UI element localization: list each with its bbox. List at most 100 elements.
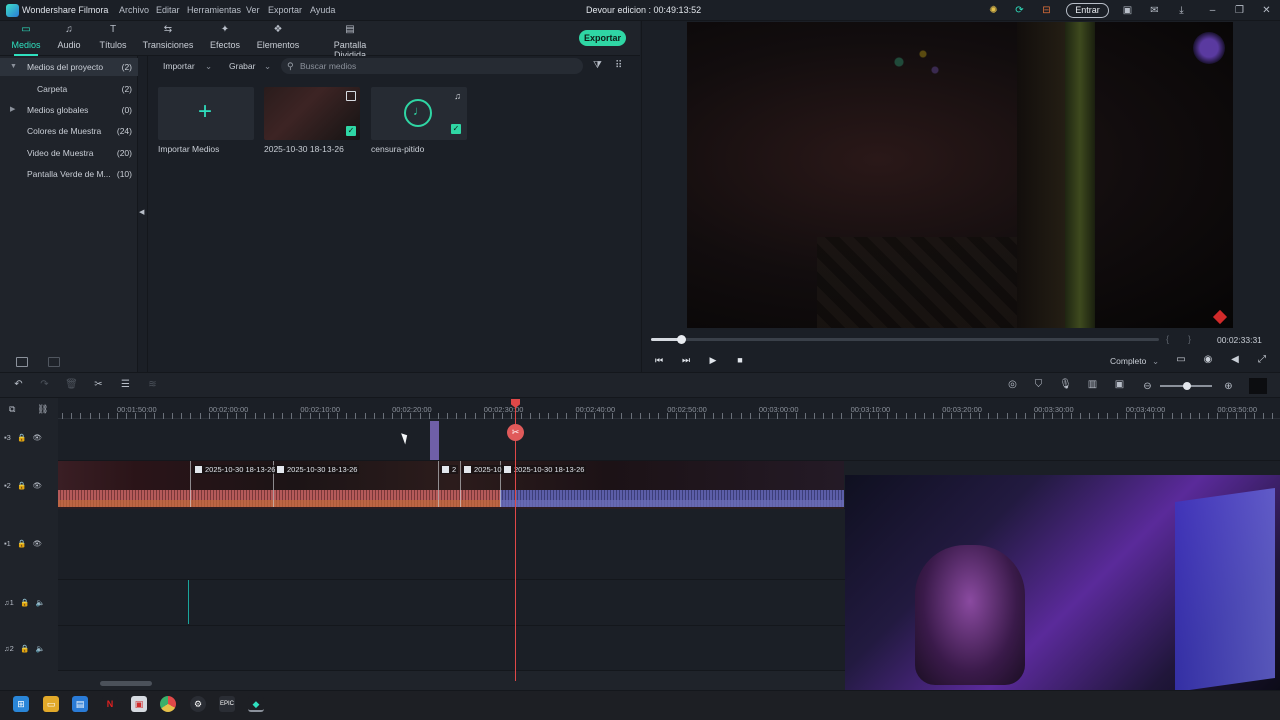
export-button[interactable]: Exportar	[579, 30, 626, 46]
file-explorer-icon[interactable]: ▭	[43, 696, 59, 712]
bulb-icon[interactable]: ✺	[987, 4, 1000, 17]
windows-start-icon[interactable]: ⊞	[13, 696, 29, 712]
folder-icon[interactable]	[48, 357, 60, 367]
grid-view-icon[interactable]: ⠿	[615, 60, 626, 71]
tab-label: Transiciones	[142, 40, 194, 50]
clip-divider[interactable]	[190, 461, 191, 507]
import-media-tile[interactable]: +	[158, 87, 254, 140]
snapshot-icon[interactable]: ▣	[1113, 378, 1126, 391]
store-icon[interactable]: ▤	[72, 696, 88, 712]
minimize-icon[interactable]: –	[1206, 4, 1219, 17]
add-track-icon[interactable]: ⧉	[9, 404, 19, 414]
marker-icon[interactable]: ⛉	[1032, 378, 1045, 391]
camera-snapshot-icon[interactable]: ◉	[1202, 354, 1214, 366]
zoom-out-icon[interactable]: ⊖	[1141, 380, 1154, 393]
app-icon[interactable]: ▣	[131, 696, 147, 712]
mark-out-button[interactable]: }	[1188, 334, 1191, 344]
music-note-icon: ♩	[413, 103, 426, 118]
music-note-icon: ♫	[65, 24, 73, 35]
scissors-icon[interactable]: ✂	[92, 378, 105, 391]
sidebar-item-count: (2)	[121, 84, 132, 94]
sync-icon[interactable]: ⟳	[1013, 4, 1026, 17]
scissors-icon[interactable]: ✂	[507, 424, 524, 441]
menu-editar[interactable]: Editar	[156, 5, 180, 15]
audio-marker-line[interactable]	[188, 580, 189, 624]
playhead-line[interactable]	[515, 399, 516, 681]
layout-toggle-icon[interactable]	[1249, 378, 1267, 394]
tab-titulos[interactable]: T Títulos	[94, 21, 132, 56]
new-folder-icon[interactable]	[16, 357, 28, 367]
search-input[interactable]	[300, 59, 570, 73]
menu-ver[interactable]: Ver	[246, 5, 260, 15]
step-forward-icon[interactable]: ⏭	[680, 354, 692, 366]
menu-archivo[interactable]: Archivo	[119, 5, 149, 15]
fullscreen-icon[interactable]: ⤢	[1256, 354, 1268, 366]
track-head-v2: ▪2 🔒 👁	[0, 461, 58, 509]
step-back-icon[interactable]: ⏮	[653, 354, 665, 366]
steam-icon[interactable]: ⚙	[190, 696, 206, 712]
render-icon[interactable]: ◎	[1006, 378, 1019, 391]
tab-pantalla-dividida[interactable]: ▤ Pantalla Dividida	[318, 21, 382, 60]
clip-divider[interactable]	[460, 461, 461, 507]
ruler-label: 00:02:20:00	[392, 405, 432, 414]
preview-progress-handle[interactable]	[677, 335, 686, 344]
sidebar-item-sample-colors[interactable]: Colores de Muestra (24)	[0, 122, 138, 140]
monitor-icon[interactable]: ▭	[1175, 354, 1187, 366]
filmora-icon[interactable]: ◆	[248, 696, 264, 712]
mail-icon[interactable]: ✉	[1148, 4, 1161, 17]
tab-label: Medios	[11, 40, 41, 50]
epic-games-icon[interactable]: EPIC	[219, 696, 235, 712]
microphone-icon[interactable]: 🎙	[1059, 378, 1072, 391]
zoom-slider-handle[interactable]	[1183, 382, 1191, 390]
quality-dropdown[interactable]: Completo ⌄	[1110, 355, 1160, 367]
play-icon[interactable]: ▶	[707, 354, 719, 366]
clip-divider[interactable]	[438, 461, 439, 507]
audio-mixer-icon[interactable]: ▥	[1086, 378, 1099, 391]
sidebar-item-project-media[interactable]: ▼ Medios del proyecto (2)	[0, 58, 138, 76]
track-head-icons: ▪1 🔒 👁	[4, 539, 43, 548]
collapse-sidebar-icon[interactable]: ◀	[139, 208, 145, 218]
timeline-scrollbar[interactable]	[100, 681, 152, 686]
sidebar-item-global-media[interactable]: ▶ Medios globales (0)	[0, 101, 138, 119]
chrome-icon[interactable]	[160, 696, 176, 712]
audio-wave-icon[interactable]: ≋	[146, 378, 159, 391]
marker-clip[interactable]	[430, 421, 439, 460]
tab-efectos[interactable]: ✦ Efectos	[204, 21, 246, 56]
mark-in-button[interactable]: {	[1166, 334, 1169, 344]
stop-icon[interactable]: ■	[734, 354, 746, 366]
zoom-in-icon[interactable]: ⊕	[1222, 380, 1235, 393]
search-icon: ⚲	[287, 61, 294, 71]
close-icon[interactable]: ✕	[1260, 4, 1273, 17]
audio-thumbnail[interactable]: ♩ ♫ ✓	[371, 87, 467, 140]
link-icon[interactable]: ⛓	[37, 404, 48, 414]
sidebar-item-green-screen[interactable]: Pantalla Verde de M... (10)	[0, 165, 138, 183]
menu-exportar[interactable]: Exportar	[268, 5, 302, 15]
login-button[interactable]: Entrar	[1066, 3, 1109, 18]
sidebar-item-label: Colores de Muestra	[27, 126, 102, 136]
download-icon[interactable]: ⤓	[1175, 4, 1188, 17]
sidebar-item-folder[interactable]: Carpeta (2)	[0, 80, 138, 98]
adjust-icon[interactable]: ☰	[119, 378, 132, 391]
tab-elementos[interactable]: ❖ Elementos	[254, 21, 302, 56]
preview-progress-track[interactable]	[651, 338, 1159, 341]
track-v3[interactable]	[58, 419, 1280, 461]
filter-icon[interactable]: ⧩	[593, 60, 604, 71]
video-thumbnail[interactable]: ✓	[264, 87, 360, 140]
netflix-icon[interactable]: N	[102, 696, 118, 712]
import-dropdown[interactable]: Importar ⌄	[157, 58, 215, 74]
record-dropdown[interactable]: Grabar ⌄	[226, 58, 274, 74]
audio-type-icon: ♫	[454, 91, 461, 101]
save-icon[interactable]: ▣	[1121, 4, 1134, 17]
delete-icon[interactable]: 🗑	[65, 378, 78, 391]
tab-medios[interactable]: ▭ Medios	[6, 21, 46, 56]
menu-herramientas[interactable]: Herramientas	[187, 5, 241, 15]
tab-audio[interactable]: ♫ Audio	[52, 21, 86, 56]
cart-icon[interactable]: ⊟	[1040, 4, 1053, 17]
volume-icon[interactable]: ◀	[1229, 354, 1241, 366]
tab-transiciones[interactable]: ⇆ Transiciones	[142, 21, 194, 56]
maximize-icon[interactable]: ❐	[1233, 4, 1246, 17]
sidebar-item-sample-video[interactable]: Video de Muestra (20)	[0, 144, 138, 162]
menu-ayuda[interactable]: Ayuda	[310, 5, 335, 15]
redo-icon[interactable]: ↷	[38, 378, 51, 391]
undo-icon[interactable]: ↶	[12, 378, 25, 391]
